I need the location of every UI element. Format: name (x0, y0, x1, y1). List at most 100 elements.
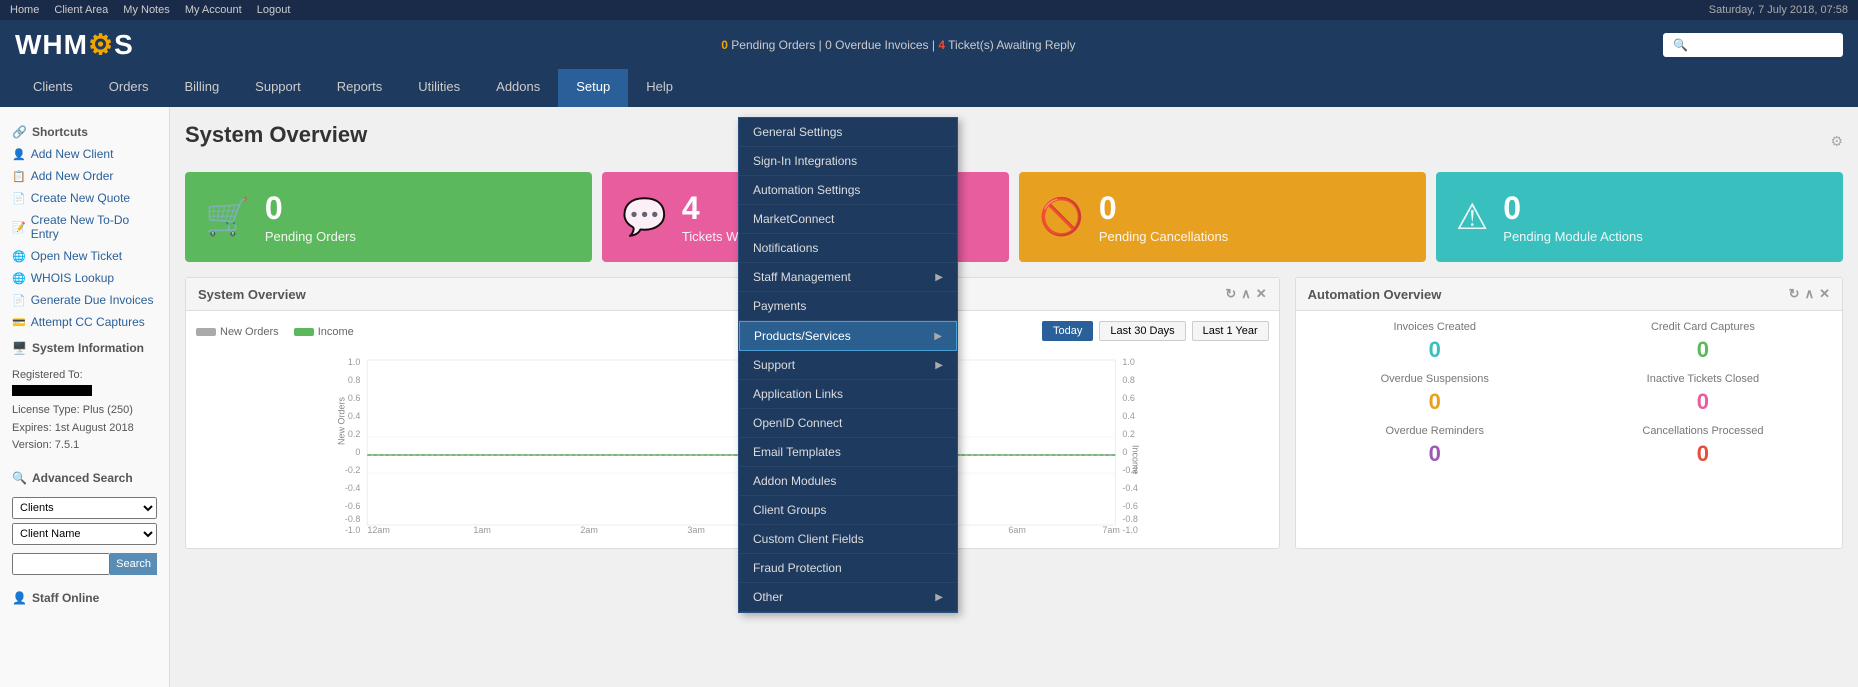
top-bar: Home Client Area My Notes My Account Log… (0, 0, 1858, 20)
nav-utilities[interactable]: Utilities (400, 69, 478, 107)
collapse-icon[interactable]: ∧ (1241, 286, 1251, 302)
auto-overdue-suspensions: Overdue Suspensions 0 (1306, 373, 1564, 415)
new-orders-dot (196, 328, 216, 336)
sidebar-generate-invoices[interactable]: 📄 Generate Due Invoices (0, 289, 169, 311)
dropdown-client-groups[interactable]: Client Groups (739, 496, 957, 525)
sidebar-whois-lookup[interactable]: 🌐 WHOIS Lookup (0, 267, 169, 289)
auto-inactive-tickets: Inactive Tickets Closed 0 (1574, 373, 1832, 415)
inactive-tickets-label: Inactive Tickets Closed (1574, 373, 1832, 385)
other-label: Other (753, 590, 783, 604)
my-notes-link[interactable]: My Notes (123, 4, 169, 16)
svg-text:1am: 1am (473, 525, 491, 535)
nav-addons[interactable]: Addons (478, 69, 558, 107)
datetime: Saturday, 7 July 2018, 07:58 (1709, 4, 1848, 16)
search-input[interactable] (1663, 33, 1843, 57)
search-text-input[interactable] (12, 553, 110, 575)
dropdown-products-services[interactable]: Products/Services ▶ (739, 321, 957, 351)
cc-captures-label: Credit Card Captures (1574, 321, 1832, 333)
sidebar-open-new-ticket[interactable]: 🌐 Open New Ticket (0, 245, 169, 267)
dropdown-notifications[interactable]: Notifications (739, 234, 957, 263)
auto-refresh-icon[interactable]: ↻ (1789, 286, 1800, 302)
dropdown-addon-modules[interactable]: Addon Modules (739, 467, 957, 496)
nav-help[interactable]: Help (628, 69, 691, 107)
pending-module-num: 0 (1503, 190, 1642, 227)
dropdown-custom-client-fields[interactable]: Custom Client Fields (739, 525, 957, 554)
dashboard-settings-icon[interactable]: ⚙ (1830, 133, 1843, 150)
sidebar-add-new-order[interactable]: 📋 Add New Order (0, 165, 169, 187)
dropdown-support[interactable]: Support ▶ (739, 351, 957, 380)
staff-online-title: 👤 Staff Online (0, 583, 169, 609)
dropdown-signin-integrations[interactable]: Sign-In Integrations (739, 147, 957, 176)
chart-btn-1year[interactable]: Last 1 Year (1192, 321, 1269, 341)
svg-text:0: 0 (1122, 447, 1127, 457)
svg-text:0.8: 0.8 (1122, 375, 1135, 385)
overdue-suspensions-num: 0 (1306, 389, 1564, 415)
home-link[interactable]: Home (10, 4, 39, 16)
sidebar-create-new-quote[interactable]: 📄 Create New Quote (0, 187, 169, 209)
dropdown-openid-connect[interactable]: OpenID Connect (739, 409, 957, 438)
system-overview-title: System Overview (198, 287, 306, 302)
sidebar: 🔗 Shortcuts 👤 Add New Client 📋 Add New O… (0, 107, 170, 687)
whois-icon: 🌐 (12, 272, 26, 285)
header-notice: 0 Pending Orders | 0 Overdue Invoices | … (134, 38, 1663, 52)
overdue-invoices-count: 0 (825, 38, 832, 52)
nav-billing[interactable]: Billing (166, 69, 237, 107)
svg-text:-0.4: -0.4 (345, 483, 361, 493)
pending-module-icon: ⚠ (1456, 196, 1488, 238)
nav-support[interactable]: Support (237, 69, 319, 107)
auto-close-icon[interactable]: ✕ (1819, 286, 1830, 302)
search-button[interactable]: Search (110, 553, 157, 575)
dropdown-email-templates[interactable]: Email Templates (739, 438, 957, 467)
dropdown-payments[interactable]: Payments (739, 292, 957, 321)
chart-btn-30days[interactable]: Last 30 Days (1099, 321, 1185, 341)
system-overview-body: New Orders Income Today Last 30 Days Las… (186, 311, 1279, 548)
license-type: License Type: Plus (250) (12, 402, 157, 420)
stats-row: 🛒 0 Pending Orders 💬 4 Tickets Waiting 🚫… (185, 172, 1843, 262)
my-account-link[interactable]: My Account (185, 4, 242, 16)
close-icon[interactable]: ✕ (1256, 286, 1267, 302)
svg-text:1.0: 1.0 (1122, 357, 1135, 367)
support-arrow: ▶ (935, 360, 943, 371)
dropdown-other[interactable]: Other ▶ (739, 583, 957, 612)
svg-text:2am: 2am (580, 525, 598, 535)
add-client-icon: 👤 (12, 148, 26, 161)
svg-text:New Orders: New Orders (336, 396, 346, 445)
client-area-link[interactable]: Client Area (54, 4, 108, 16)
dropdown-application-links[interactable]: Application Links (739, 380, 957, 409)
dropdown-general-settings[interactable]: General Settings (739, 118, 957, 147)
inactive-tickets-num: 0 (1574, 389, 1832, 415)
nav-clients[interactable]: Clients (15, 69, 91, 107)
nav-reports[interactable]: Reports (319, 69, 401, 107)
pending-cancellations-label: Pending Cancellations (1099, 229, 1228, 244)
dropdown-automation-settings[interactable]: Automation Settings (739, 176, 957, 205)
search-type-select[interactable]: Clients (12, 497, 157, 519)
system-info-title: 🖥️ System Information (0, 333, 169, 359)
sidebar-create-todo[interactable]: 📝 Create New To-Do Entry (0, 209, 169, 245)
dropdown-staff-management[interactable]: Staff Management ▶ (739, 263, 957, 292)
pending-orders-num: 0 (265, 190, 356, 227)
dropdown-marketconnect[interactable]: MarketConnect (739, 205, 957, 234)
chart-btn-today[interactable]: Today (1042, 321, 1093, 341)
auto-cancellations-processed: Cancellations Processed 0 (1574, 425, 1832, 467)
auto-overdue-reminders: Overdue Reminders 0 (1306, 425, 1564, 467)
auto-collapse-icon[interactable]: ∧ (1805, 286, 1815, 302)
products-services-arrow: ▶ (934, 331, 942, 342)
sidebar-add-new-client[interactable]: 👤 Add New Client (0, 143, 169, 165)
search-field-select[interactable]: Client Name (12, 523, 157, 545)
staff-management-label: Staff Management (753, 270, 851, 284)
sidebar-attempt-cc[interactable]: 💳 Attempt CC Captures (0, 311, 169, 333)
refresh-icon[interactable]: ↻ (1225, 286, 1236, 302)
pending-orders-count: 0 (721, 38, 728, 52)
nav-orders[interactable]: Orders (91, 69, 167, 107)
overdue-suspensions-label: Overdue Suspensions (1306, 373, 1564, 385)
new-orders-legend-label: New Orders (220, 326, 279, 338)
logout-link[interactable]: Logout (257, 4, 291, 16)
cc-captures-num: 0 (1574, 337, 1832, 363)
svg-text:0.2: 0.2 (1122, 429, 1135, 439)
nav-setup[interactable]: Setup (558, 69, 628, 107)
automation-overview-controls: ↻ ∧ ✕ (1789, 286, 1830, 302)
automation-overview-panel: Automation Overview ↻ ∧ ✕ Invoices Creat… (1295, 277, 1843, 549)
overdue-reminders-label: Overdue Reminders (1306, 425, 1564, 437)
svg-text:1.0: 1.0 (348, 357, 361, 367)
dropdown-fraud-protection[interactable]: Fraud Protection (739, 554, 957, 583)
